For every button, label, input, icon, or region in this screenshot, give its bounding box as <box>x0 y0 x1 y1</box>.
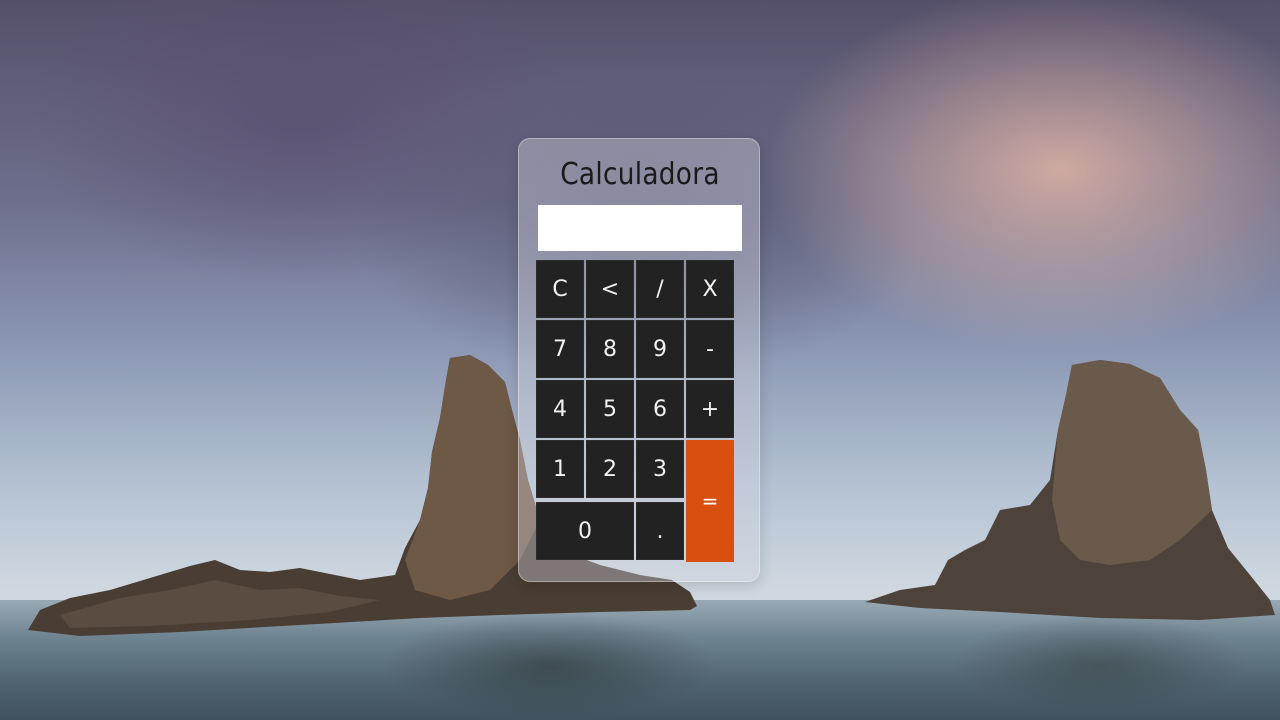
clear-button[interactable]: C <box>536 260 584 318</box>
backspace-button[interactable]: < <box>586 260 634 318</box>
digit-7-button[interactable]: 7 <box>536 320 584 378</box>
digit-3-button[interactable]: 3 <box>636 440 684 498</box>
digit-9-button[interactable]: 9 <box>636 320 684 378</box>
digit-8-button[interactable]: 8 <box>586 320 634 378</box>
divide-button[interactable]: / <box>636 260 684 318</box>
add-button[interactable]: + <box>686 380 734 438</box>
subtract-button[interactable]: - <box>686 320 734 378</box>
equals-button[interactable]: = <box>686 440 734 562</box>
multiply-button[interactable]: X <box>686 260 734 318</box>
calculator-display-input[interactable] <box>538 205 742 251</box>
digit-6-button[interactable]: 6 <box>636 380 684 438</box>
calculator-title: Calculadora <box>560 157 720 192</box>
digit-1-button[interactable]: 1 <box>536 440 584 498</box>
calculator-keypad: C < / X 7 8 9 - 4 5 6 + 1 2 3 = 0 . <box>536 260 734 562</box>
digit-2-button[interactable]: 2 <box>586 440 634 498</box>
digit-4-button[interactable]: 4 <box>536 380 584 438</box>
calculator-panel: Calculadora C < / X 7 8 9 - 4 5 6 + 1 2 … <box>518 138 760 582</box>
digit-5-button[interactable]: 5 <box>586 380 634 438</box>
decimal-point-button[interactable]: . <box>636 502 684 560</box>
digit-0-button[interactable]: 0 <box>536 502 634 560</box>
